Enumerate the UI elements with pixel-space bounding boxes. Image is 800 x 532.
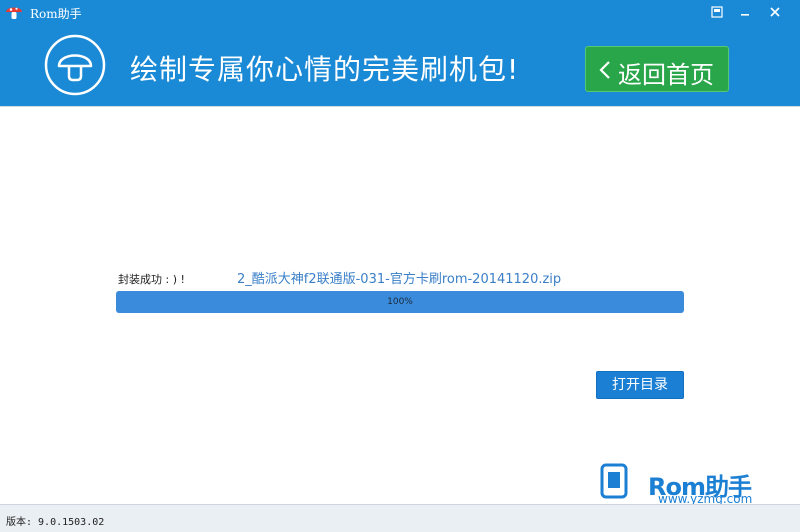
restore-button[interactable] — [706, 2, 728, 22]
close-icon — [770, 7, 780, 17]
version-label: 版本: 9.0.1503.02 — [6, 517, 105, 528]
progress-bar: 100% — [116, 291, 684, 313]
home-button-label: 返回首页 — [618, 61, 714, 89]
header-banner: 绘制专属你心情的完美刷机包! 返回首页 — [0, 24, 800, 106]
title-bar: Rom助手 — [0, 0, 800, 24]
status-bar: 版本: 9.0.1503.02 — [0, 504, 800, 532]
mushroom-icon — [44, 34, 106, 96]
chevron-left-icon — [599, 61, 610, 79]
minimize-icon — [741, 14, 749, 16]
open-folder-button[interactable]: 打开目录 — [596, 371, 684, 399]
minimize-button[interactable] — [734, 2, 756, 22]
file-name-link[interactable]: 2_酷派大神f2联通版-031-官方卡刷rom-20141120.zip — [237, 268, 561, 287]
close-button[interactable] — [764, 2, 786, 22]
progress-text: 100% — [387, 297, 413, 307]
restore-icon — [711, 6, 723, 18]
main-content: 封装成功 : ) ! 2_酷派大神f2联通版-031-官方卡刷rom-20141… — [0, 106, 800, 506]
phone-logo-icon — [600, 463, 628, 499]
watermark: Rom助手 www.yzmg.com — [600, 463, 790, 506]
window-title: Rom助手 — [30, 7, 82, 21]
status-label: 封装成功 : ) ! — [118, 273, 185, 286]
slogan: 绘制专属你心情的完美刷机包! — [130, 53, 520, 86]
mushroom-icon — [6, 7, 22, 19]
home-button[interactable]: 返回首页 — [585, 46, 729, 92]
